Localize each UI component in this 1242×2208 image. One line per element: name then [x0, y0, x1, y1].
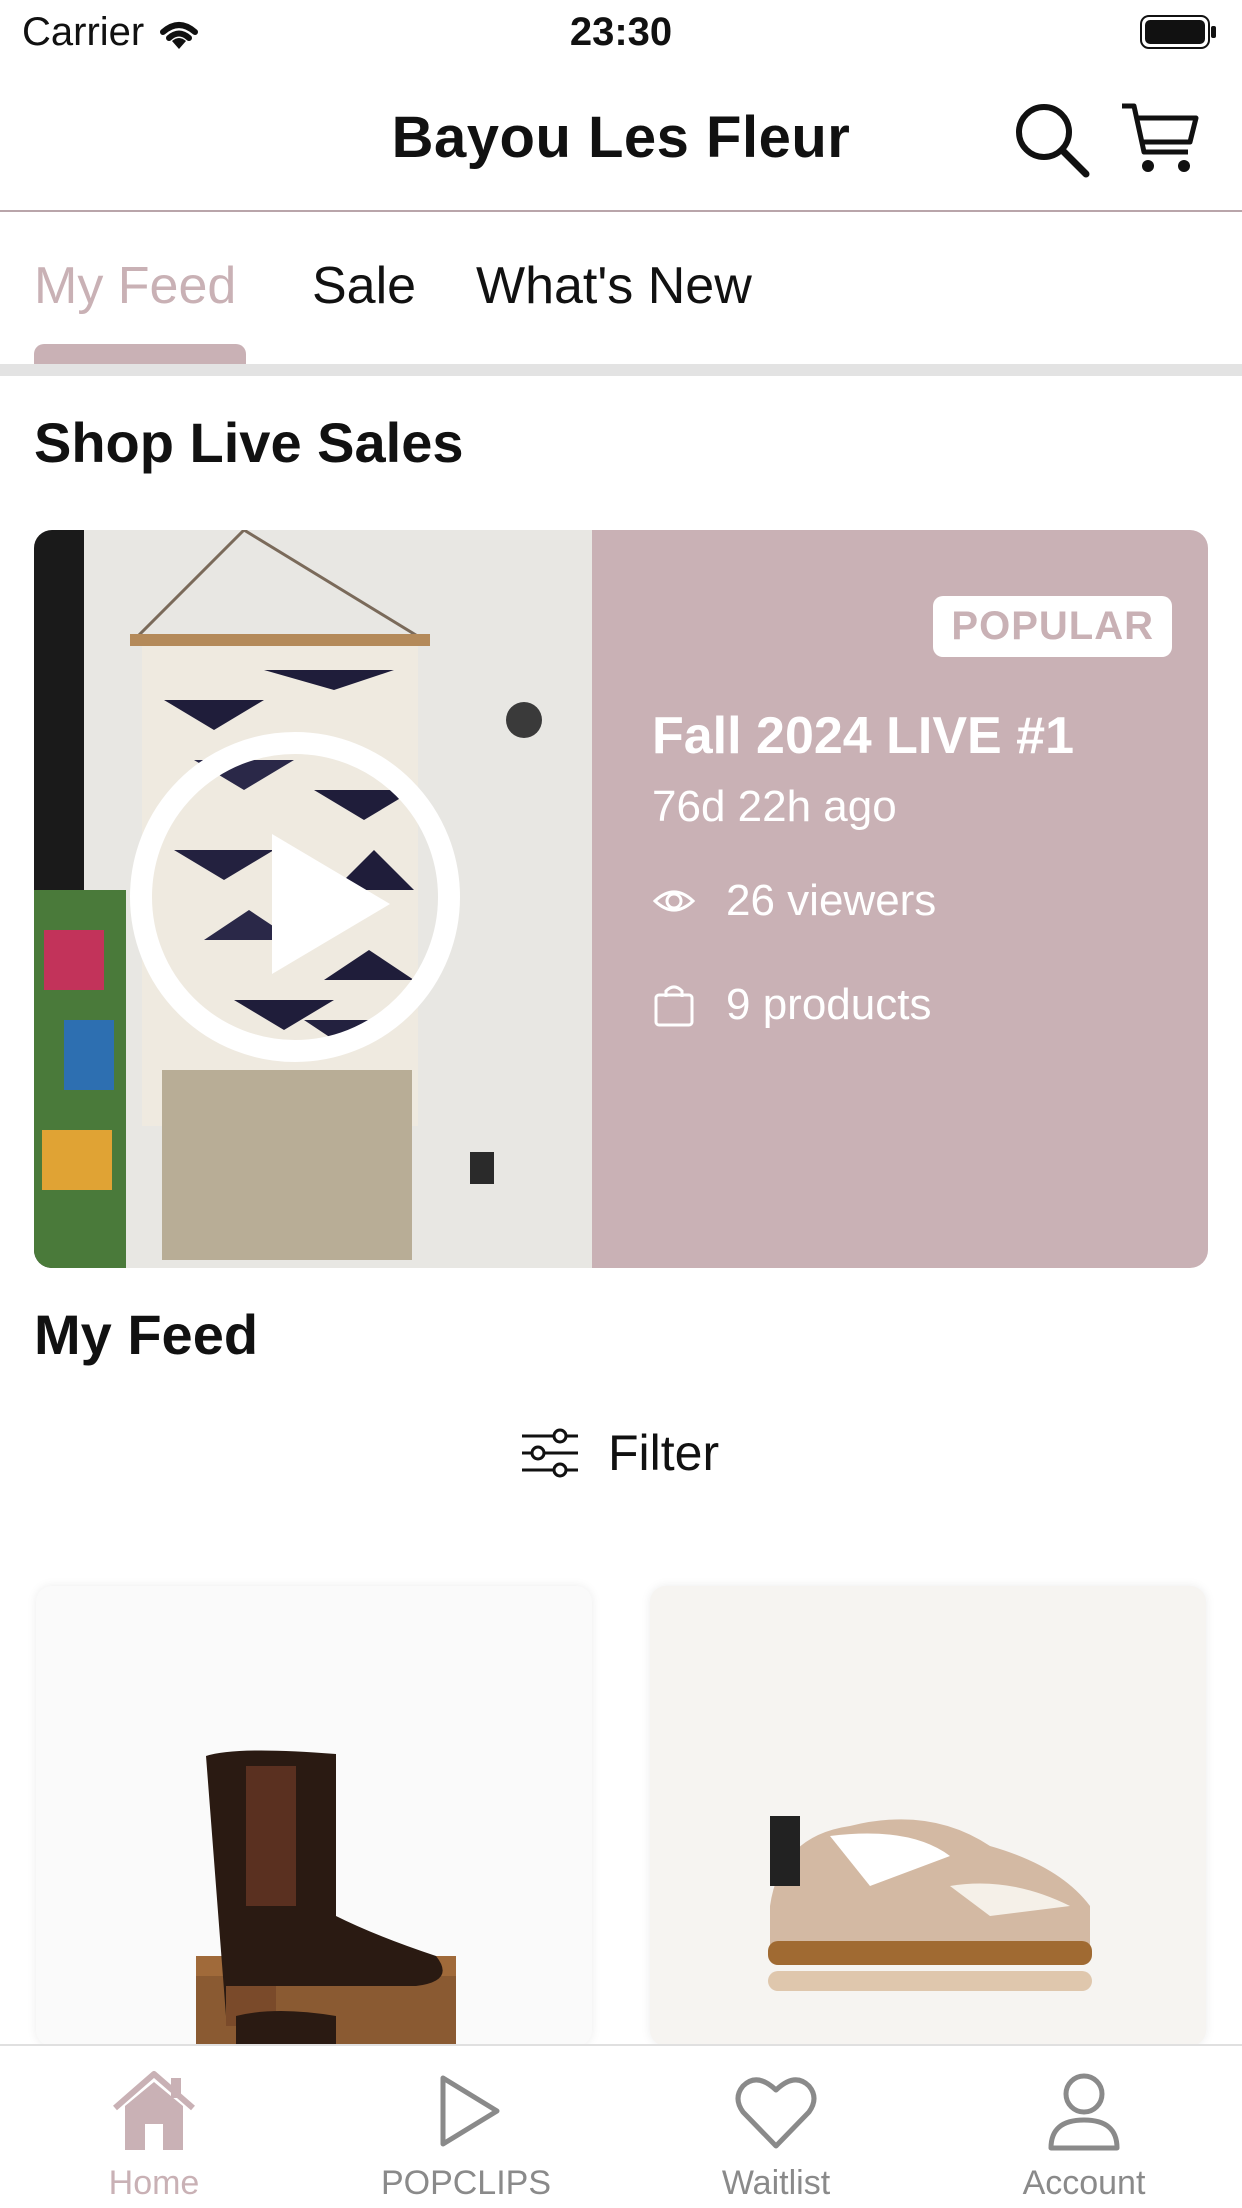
filter-label: Filter [608, 1425, 720, 1481]
nav-account[interactable]: Account [984, 2066, 1184, 2203]
bottom-nav: Home POPCLIPS Waitlist Account [0, 2044, 1242, 2208]
status-bar: Carrier 23:30 [0, 0, 1242, 66]
tab-whats-new[interactable]: What's New [476, 256, 752, 316]
nav-popclips-label: POPCLIPS [380, 2164, 552, 2202]
viewers-count: 26 viewers [726, 876, 937, 925]
battery-icon [1140, 15, 1216, 49]
nav-home[interactable]: Home [54, 2066, 254, 2203]
search-icon[interactable] [1010, 96, 1094, 180]
eye-icon [652, 890, 696, 912]
shop-live-sales-heading: Shop Live Sales [34, 411, 464, 474]
product-card[interactable] [650, 1586, 1206, 2046]
cart-icon[interactable] [1118, 96, 1202, 180]
live-sale-card[interactable]: POPULAR Fall 2024 LIVE #1 76d 22h ago 26… [34, 530, 1208, 1268]
tab-sale[interactable]: Sale [312, 256, 416, 316]
heart-icon [735, 2077, 817, 2149]
nav-popclips[interactable]: POPCLIPS [366, 2066, 566, 2203]
nav-waitlist-label: Waitlist [721, 2164, 831, 2202]
live-sale-name: Fall 2024 LIVE #1 [652, 707, 1075, 765]
products-stat: 9 products [652, 980, 931, 1030]
nav-account-label: Account [1022, 2164, 1146, 2202]
viewers-stat: 26 viewers [652, 876, 936, 926]
status-time: 23:30 [569, 10, 673, 54]
sliders-icon [522, 1428, 578, 1478]
live-sale-time-ago: 76d 22h ago [652, 782, 897, 831]
popular-badge: POPULAR [933, 596, 1172, 657]
tab-my-feed[interactable]: My Feed [34, 256, 236, 316]
boot-image [196, 1750, 456, 2046]
play-button[interactable] [130, 732, 460, 1062]
nav-home-label: Home [108, 2164, 200, 2202]
app-header: Bayou Les Fleur [0, 66, 1242, 212]
sneaker-image [768, 1816, 1092, 1991]
shopping-bag-icon [654, 985, 694, 1027]
play-icon [440, 2075, 500, 2147]
play-icon [272, 834, 390, 974]
person-icon [1048, 2073, 1120, 2151]
tab-bar: My Feed Sale What's New [0, 214, 1242, 364]
live-video-thumbnail[interactable] [34, 530, 592, 1268]
product-card[interactable] [36, 1586, 592, 2046]
nav-waitlist[interactable]: Waitlist [676, 2066, 876, 2203]
my-feed-heading: My Feed [34, 1303, 259, 1366]
tabs-divider [0, 364, 1242, 376]
live-sale-info: POPULAR Fall 2024 LIVE #1 76d 22h ago 26… [592, 530, 1208, 1268]
home-icon [113, 2071, 195, 2150]
products-count: 9 products [726, 980, 932, 1029]
filter-button[interactable]: Filter [520, 1424, 719, 1482]
active-tab-indicator [34, 344, 246, 364]
